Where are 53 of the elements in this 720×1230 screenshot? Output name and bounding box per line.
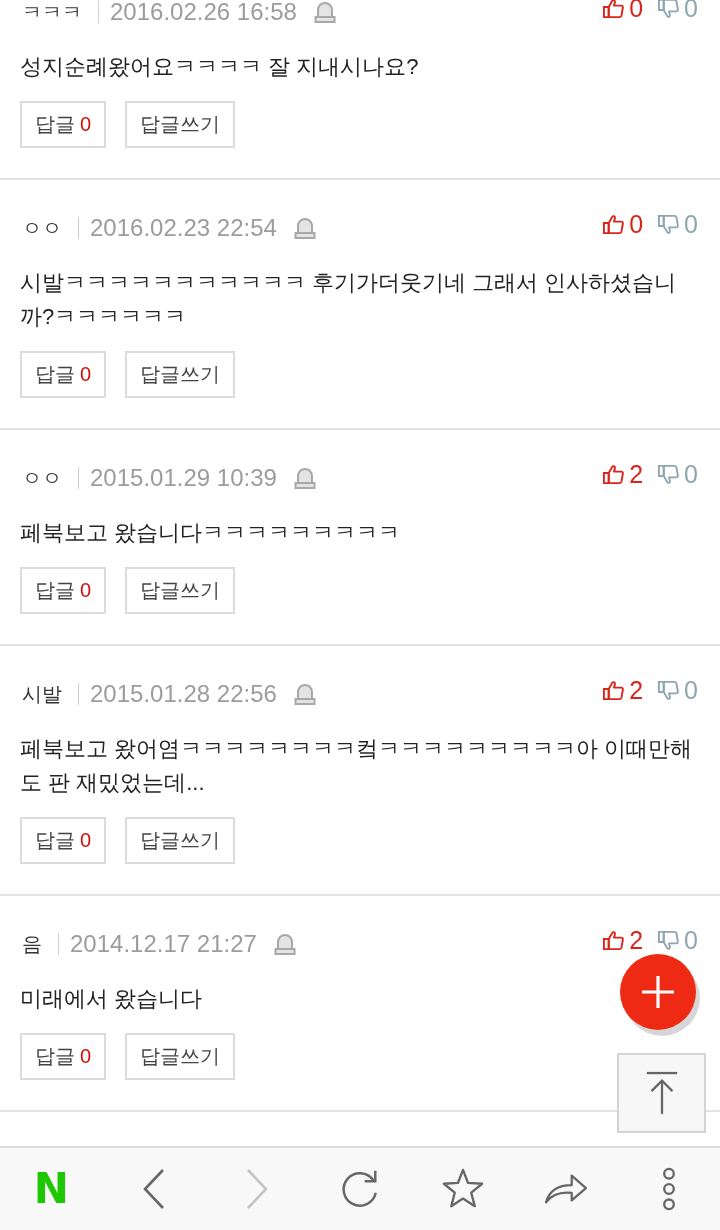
- thumbs-down-icon: [657, 212, 681, 236]
- reply-count-button[interactable]: 답글 0: [20, 351, 107, 398]
- thumbs-down-icon: [657, 928, 681, 952]
- author-name: 시발: [22, 681, 62, 707]
- reply-count-button[interactable]: 답글 0: [20, 567, 107, 614]
- thumbs-up-icon: [602, 928, 626, 952]
- like-button[interactable]: 2: [602, 926, 644, 954]
- dislike-button[interactable]: 0: [657, 676, 698, 704]
- comment-date: 2015.01.29 10:39: [90, 464, 277, 492]
- reply-count-button[interactable]: 답글 0: [20, 1033, 107, 1080]
- comment-date: 2016.02.26 16:58: [110, 0, 297, 26]
- dislike-button[interactable]: 0: [657, 926, 698, 954]
- thumbs-down-icon: [657, 678, 681, 702]
- siren-icon[interactable]: [272, 932, 297, 956]
- reply-count-button[interactable]: 답글 0: [20, 817, 107, 864]
- author-name: ㅋㅋㅋ: [22, 0, 82, 25]
- plus-icon: [640, 974, 676, 1010]
- siren-icon[interactable]: [292, 216, 317, 240]
- comment-date: 2014.12.17 21:27: [70, 930, 257, 958]
- siren-icon[interactable]: [292, 682, 317, 706]
- scroll-to-top-button[interactable]: [617, 1053, 706, 1133]
- thumbs-down-icon: [657, 0, 681, 20]
- comment-date: 2016.02.23 22:54: [90, 214, 277, 242]
- like-button[interactable]: 2: [602, 676, 644, 704]
- thumbs-up-icon: [602, 678, 626, 702]
- author-name: ㅇㅇ: [22, 215, 62, 241]
- comment-text: 성지순례왔어요ㅋㅋㅋㅋ 잘 지내시나요?: [20, 53, 419, 81]
- siren-icon[interactable]: [292, 466, 317, 490]
- comment-text: 페북보고 왔습니다ㅋㅋㅋㅋㅋㅋㅋㅋㅋ: [20, 519, 401, 547]
- dislike-button[interactable]: 0: [657, 210, 698, 238]
- comment-text: 시발ㅋㅋㅋㅋㅋㅋㅋㅋㅋㅋㅋ 후기가더웃기네 그래서 인사하셨습니까?ㅋㅋㅋㅋㅋㅋ: [20, 269, 678, 331]
- dislike-button[interactable]: 0: [657, 0, 698, 22]
- thumbs-down-icon: [657, 462, 681, 486]
- write-reply-button[interactable]: 답글쓰기: [125, 817, 236, 864]
- thumbs-up-icon: [602, 462, 626, 486]
- author-name: 음: [22, 931, 42, 957]
- thumbs-up-icon: [602, 0, 626, 20]
- reply-count-button[interactable]: 답글 0: [20, 101, 107, 148]
- write-reply-button[interactable]: 답글쓰기: [125, 351, 236, 398]
- like-button[interactable]: 2: [602, 460, 644, 488]
- like-button[interactable]: 0: [602, 0, 644, 22]
- three-dots-icon[interactable]: [660, 1167, 677, 1211]
- write-reply-button[interactable]: 답글쓰기: [125, 567, 236, 614]
- comment-text: 미래에서 왔습니다: [20, 985, 203, 1013]
- comment-date: 2015.01.28 22:56: [90, 680, 277, 708]
- dislike-button[interactable]: 0: [657, 460, 698, 488]
- siren-icon[interactable]: [312, 0, 337, 24]
- author-name: ㅇㅇ: [22, 465, 62, 491]
- thumbs-up-icon: [602, 212, 626, 236]
- comment-text: 페북보고 왔어염ㅋㅋㅋㅋㅋㅋㅋㅋ컼ㅋㅋㅋㅋㅋㅋㅋㅋㅋ아 이때만해도 판 재밌었는데...: [20, 735, 694, 797]
- write-reply-button[interactable]: 답글쓰기: [125, 101, 236, 148]
- like-button[interactable]: 0: [602, 210, 644, 238]
- write-reply-button[interactable]: 답글쓰기: [125, 1033, 236, 1080]
